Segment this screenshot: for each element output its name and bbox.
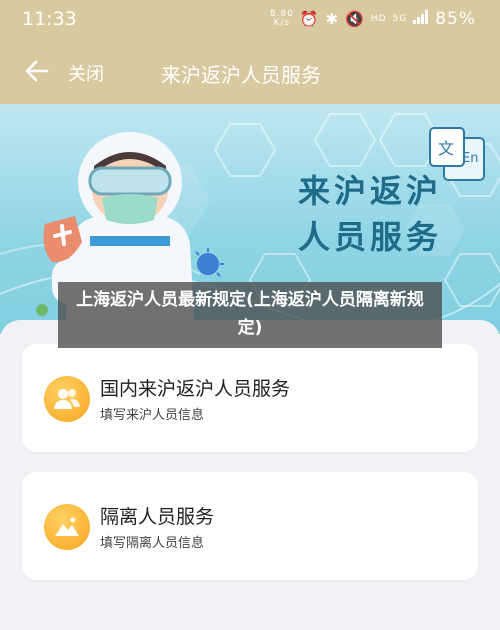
people-icon: [44, 376, 90, 422]
banner-heading: 来沪返沪人员服务: [298, 172, 443, 256]
back-arrow-icon: [25, 60, 49, 82]
service-title: 隔离人员服务: [100, 506, 215, 528]
bluetooth-icon: ✱: [325, 10, 340, 28]
mute-icon: 🔇: [345, 10, 365, 28]
overlay-caption: 上海返沪人员最新规定(上海返沪人员隔离新规定): [58, 282, 442, 348]
alarm-icon: ⏰: [299, 10, 320, 28]
5g-label: 5G: [392, 14, 408, 24]
back-button[interactable]: [22, 56, 52, 86]
hd-label: HD: [370, 14, 387, 24]
service-subtitle: 填写隔离人员信息: [100, 536, 205, 551]
status-time: 11:33: [22, 8, 77, 30]
translate-en-text: En: [462, 151, 478, 166]
service-card-quarantine[interactable]: 隔离人员服务 填写隔离人员信息: [22, 472, 478, 580]
signal-icon: [413, 10, 429, 28]
network-speed: 8.80 K/s: [269, 9, 294, 28]
close-button[interactable]: 关闭: [68, 60, 104, 86]
service-subtitle: 填写来沪人员信息: [100, 408, 205, 423]
service-title: 国内来沪返沪人员服务: [100, 378, 291, 400]
page-title: 来沪返沪人员服务: [161, 63, 321, 87]
translate-zh-text: 文: [438, 139, 454, 158]
mountain-icon: [44, 504, 90, 550]
service-card-domestic[interactable]: 国内来沪返沪人员服务 填写来沪人员信息: [22, 344, 478, 452]
content-panel: 国内来沪返沪人员服务 填写来沪人员信息 隔离人员服务 填写隔离人员信息: [0, 320, 500, 630]
battery-percent: 85%: [435, 9, 476, 29]
status-icons: 8.80 K/s ⏰ ✱ 🔇 HD 5G 85%: [270, 9, 476, 29]
status-bar: 11:33 8.80 K/s ⏰ ✱ 🔇 HD 5G 85%: [0, 0, 500, 42]
app-bar: 关闭 来沪返沪人员服务: [0, 42, 500, 104]
